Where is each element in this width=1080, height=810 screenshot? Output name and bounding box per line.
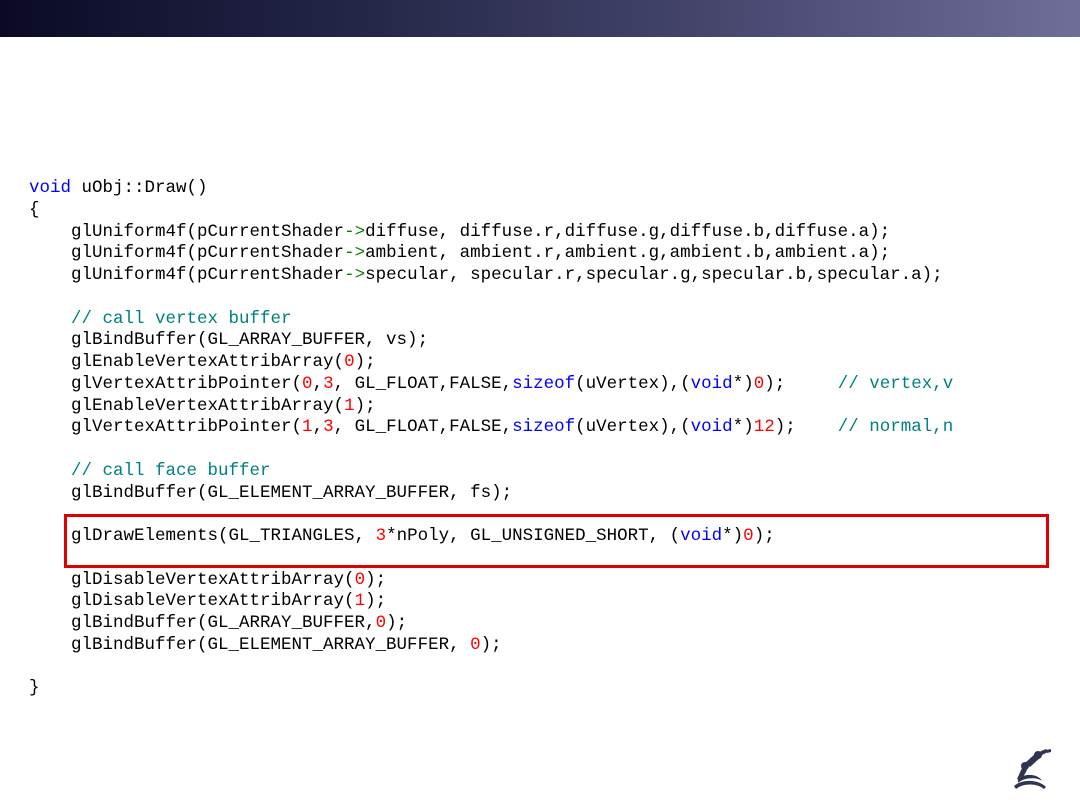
code-token: void [29, 178, 72, 198]
code-token: uObj::Draw() [71, 178, 208, 198]
code-token: glBindBuffer(GL_ARRAY_BUFFER, vs); [29, 330, 429, 351]
code-token: *) [732, 373, 754, 394]
code-token: glDisableVertexAttribArray( [29, 569, 355, 590]
code-token: glUniform4f(pCurrentShader [29, 265, 345, 285]
code-token: 3 [323, 373, 334, 394]
code-line: glBindBuffer(GL_ARRAY_BUFFER, vs); [29, 330, 953, 352]
code-token: 12 [753, 417, 775, 438]
code-token: 0 [354, 569, 366, 590]
code-line: glEnableVertexAttribArray(1); [29, 396, 953, 418]
code-token: , GL_FLOAT,FALSE, [333, 373, 513, 394]
code-token: glVertexAttribPointer( [29, 417, 303, 438]
code-token: 0 [753, 373, 765, 394]
code-line: // call vertex buffer [29, 309, 953, 331]
code-token: ); [480, 634, 502, 655]
code-token: ); [365, 569, 387, 590]
code-token: 0 [302, 373, 313, 394]
code-line: { [29, 200, 953, 222]
code-token: glDisableVertexAttribArray( [29, 591, 355, 612]
code-token: *) [732, 417, 754, 438]
code-token: 1 [302, 417, 313, 438]
code-token: (uVertex),( [575, 417, 691, 438]
code-token: 1 [354, 591, 366, 612]
code-token: ); [354, 395, 376, 416]
code-listing: void uObj::Draw(){ glUniform4f(pCurrentS… [29, 178, 953, 700]
code-token: sizeof [512, 417, 576, 438]
code-line: glUniform4f(pCurrentShader->specular, sp… [29, 265, 953, 287]
code-token: ambient, ambient.r,ambient.g,ambient.b,a… [365, 243, 891, 264]
code-token: sizeof [512, 373, 576, 394]
code-token: void [690, 417, 733, 438]
code-token: -> [344, 243, 366, 264]
code-line: glVertexAttribPointer(0,3, GL_FLOAT,FALS… [29, 374, 953, 396]
code-line: glEnableVertexAttribArray(0); [29, 352, 953, 374]
code-token: 3 [323, 417, 334, 438]
code-token: glEnableVertexAttribArray( [29, 395, 345, 416]
code-token: (uVertex),( [575, 373, 691, 394]
code-line: glVertexAttribPointer(1,3, GL_FLOAT,FALS… [29, 417, 953, 439]
code-token: glVertexAttribPointer( [29, 373, 303, 394]
code-token: // call face buffer [71, 460, 271, 481]
code-token: glUniform4f(pCurrentShader [29, 243, 345, 264]
code-token: ); [365, 591, 387, 612]
code-line: glDisableVertexAttribArray(0); [29, 570, 953, 592]
code-token: , [312, 417, 324, 438]
highlight-box-draw-elements [64, 514, 1049, 568]
code-token: // normal,n [837, 417, 954, 438]
code-line: // call face buffer [29, 461, 953, 483]
code-token: , [312, 373, 324, 394]
code-token: glEnableVertexAttribArray( [29, 352, 345, 372]
code-token: -> [344, 265, 366, 285]
code-token: 0 [375, 613, 387, 633]
code-token: // vertex,v [837, 373, 954, 394]
title-bar [0, 0, 1080, 37]
code-token: glUniform4f(pCurrentShader [29, 221, 345, 242]
code-token: diffuse, diffuse.r,diffuse.g,diffuse.b,d… [365, 221, 891, 242]
robot-arm-logo-icon [1014, 749, 1051, 789]
code-token: 1 [344, 395, 355, 416]
code-token: ); [354, 352, 376, 372]
code-token: // call vertex buffer [71, 308, 292, 329]
code-line: glDisableVertexAttribArray(1); [29, 591, 953, 613]
code-token: -> [344, 221, 366, 242]
code-token: , GL_FLOAT,FALSE, [333, 417, 513, 438]
code-token: } [29, 678, 40, 699]
code-token: glBindBuffer(GL_ARRAY_BUFFER, [29, 613, 376, 633]
code-token: specular, specular.r,specular.g,specular… [365, 265, 943, 285]
code-token: 0 [344, 352, 355, 372]
code-token: glBindBuffer(GL_ELEMENT_ARRAY_BUFFER, [29, 634, 471, 655]
code-line: glUniform4f(pCurrentShader->diffuse, dif… [29, 222, 953, 244]
code-token: glBindBuffer(GL_ELEMENT_ARRAY_BUFFER, fs… [29, 482, 513, 503]
code-token: void [690, 373, 733, 394]
code-line: glUniform4f(pCurrentShader->ambient, amb… [29, 243, 953, 265]
code-line: } [29, 678, 953, 700]
code-token: ); [774, 417, 838, 438]
code-line: void uObj::Draw() [29, 178, 953, 200]
code-line: glBindBuffer(GL_ELEMENT_ARRAY_BUFFER, 0)… [29, 635, 953, 657]
code-line: glBindBuffer(GL_ELEMENT_ARRAY_BUFFER, fs… [29, 483, 953, 505]
code-token: ); [764, 373, 838, 394]
code-token: 0 [470, 634, 481, 655]
code-line: glBindBuffer(GL_ARRAY_BUFFER,0); [29, 613, 953, 635]
code-token: ); [386, 613, 408, 633]
code-token: { [29, 199, 40, 220]
